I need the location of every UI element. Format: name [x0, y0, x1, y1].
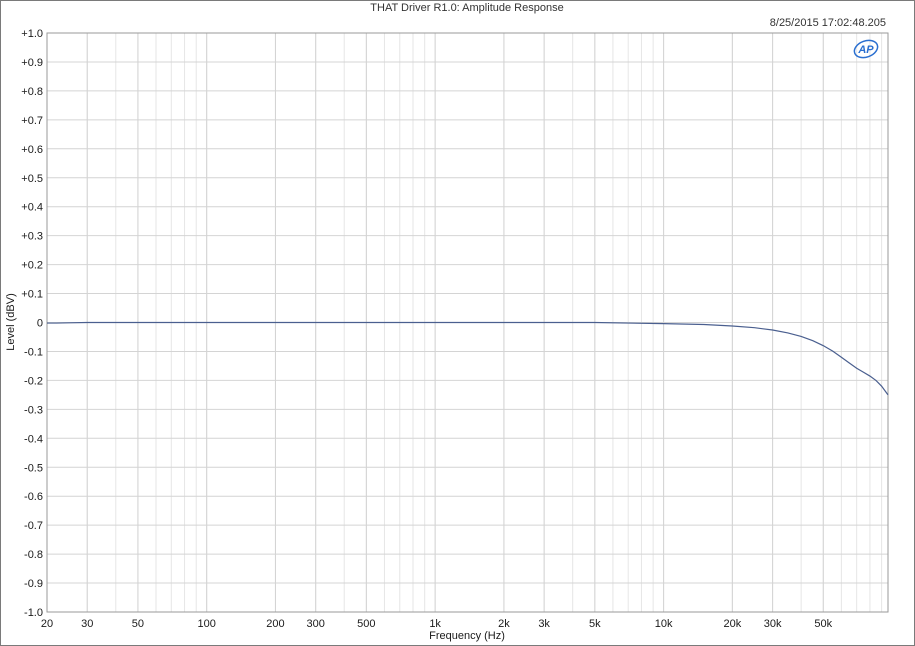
x-tick-label: 2k: [498, 618, 510, 630]
y-axis-label: Level (dBV): [5, 293, 17, 350]
y-tick-label: +0.9: [21, 57, 43, 69]
x-tick-label: 200: [266, 618, 284, 630]
y-tick-label: +0.5: [21, 173, 43, 185]
svg-text:AP: AP: [857, 44, 874, 56]
x-tick-label: 3k: [538, 618, 550, 630]
y-tick-label: -0.4: [24, 433, 43, 445]
x-tick-label: 20: [41, 618, 53, 630]
y-tick-label: +0.1: [21, 289, 43, 301]
timestamp: 8/25/2015 17:02:48.205: [770, 17, 886, 29]
chart: THAT Driver R1.0: Amplitude Response 8/2…: [5, 2, 889, 642]
x-tick-label: 300: [307, 618, 325, 630]
y-tick-label: -0.9: [24, 578, 43, 590]
x-tick-label: 50k: [814, 618, 832, 630]
x-tick-label: 30k: [764, 618, 782, 630]
y-tick-label: -0.3: [24, 404, 43, 416]
y-tick-label: +0.6: [21, 144, 43, 156]
chart-title: THAT Driver R1.0: Amplitude Response: [370, 2, 563, 14]
x-tick-label: 10k: [655, 618, 673, 630]
x-tick-label: 1k: [429, 618, 441, 630]
y-tick-label: +0.4: [21, 202, 43, 214]
y-tick-label: -0.1: [24, 346, 43, 358]
x-tick-labels: 20 30 50 100 200 300 500 1k 2k 3k 5k 10k 20k 30k 50k: [41, 618, 833, 630]
x-tick-label: 5k: [589, 618, 601, 630]
y-tick-label: +1.0: [21, 28, 43, 40]
x-tick-label: 30: [81, 618, 93, 630]
y-tick-labels: +1.0 +0.9 +0.8 +0.7 +0.6 +0.5 +0.4 +0.3 +0.2 +0.1…: [21, 28, 43, 619]
y-tick-label: +0.2: [21, 260, 43, 272]
y-tick-label: +0.7: [21, 115, 43, 127]
y-tick-label: 0: [37, 318, 43, 330]
y-tick-label: -0.6: [24, 491, 43, 503]
x-tick-label: 100: [198, 618, 216, 630]
y-tick-label: -0.2: [24, 375, 43, 387]
y-tick-label: +0.8: [21, 86, 43, 98]
x-tick-label: 500: [357, 618, 375, 630]
y-tick-label: -0.8: [24, 549, 43, 561]
y-tick-label: -0.5: [24, 462, 43, 474]
x-tick-label: 50: [132, 618, 144, 630]
x-axis-label: Frequency (Hz): [429, 630, 505, 642]
y-tick-label: +0.3: [21, 231, 43, 243]
y-tick-label: -0.7: [24, 520, 43, 532]
x-tick-label: 20k: [723, 618, 741, 630]
series-line: [47, 321, 889, 396]
